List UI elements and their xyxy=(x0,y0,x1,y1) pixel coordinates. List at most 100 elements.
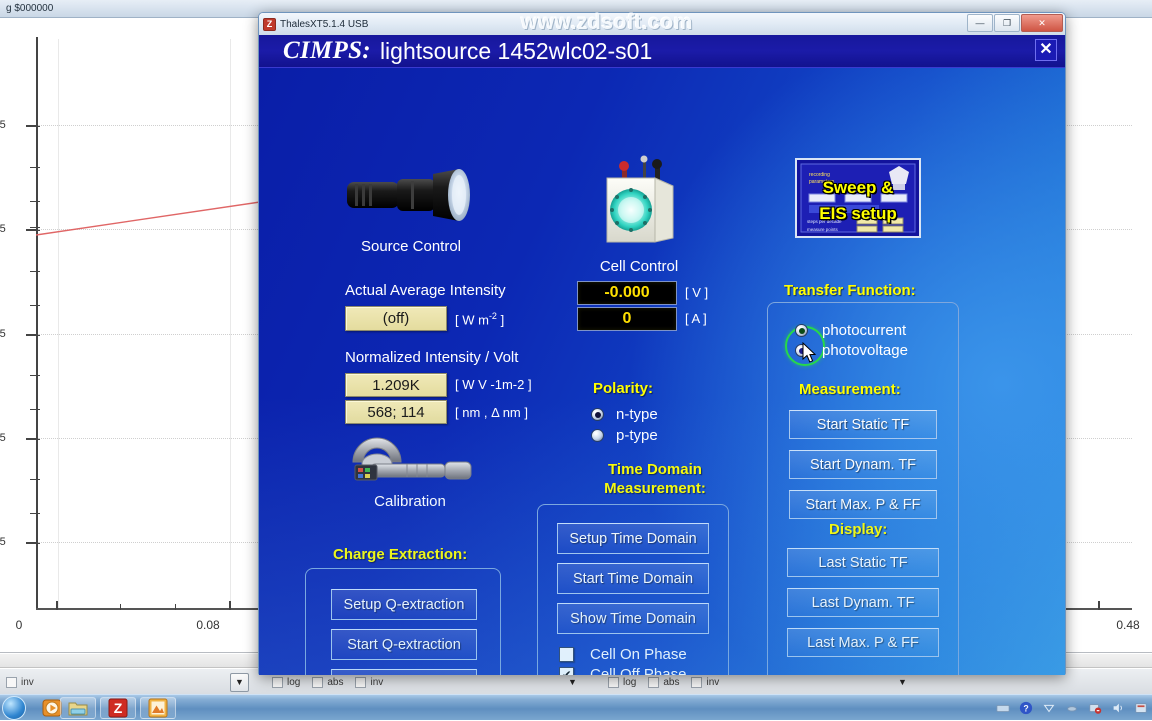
zdsoft-watermark: www.zdsoft.com xyxy=(521,11,693,35)
setup-time-domain-button[interactable]: Setup Time Domain xyxy=(557,523,709,554)
checkbox-inv-label: inv xyxy=(21,677,34,688)
checkbox-cell-off-phase[interactable]: ✔ xyxy=(559,667,574,675)
time-domain-title-line1: Time Domain xyxy=(580,461,730,478)
calibration-caption: Calibration xyxy=(335,493,485,510)
network-icon[interactable] xyxy=(1042,701,1056,715)
radio-photovoltage-label: photovoltage xyxy=(822,342,908,359)
transfer-function-title: Transfer Function: xyxy=(784,282,916,299)
cell-voltage-unit: [ V ] xyxy=(685,285,708,300)
radio-n-type[interactable] xyxy=(591,408,604,421)
minimize-button[interactable]: — xyxy=(967,14,993,32)
start-static-tf-button[interactable]: Start Static TF xyxy=(789,410,937,439)
radio-n-type-label: n-type xyxy=(616,406,658,423)
unit-prefix: [ W m xyxy=(455,312,489,327)
calibration-sensor-icon[interactable] xyxy=(345,428,475,490)
chevron-down-icon[interactable]: ▼ xyxy=(568,677,577,687)
normalized-intensity-value[interactable]: 1.209K xyxy=(345,373,447,397)
tf-option-photocurrent[interactable]: photocurrent xyxy=(795,322,906,339)
toolbar-segment-left[interactable]: inv xyxy=(6,669,46,695)
x-tick-label: 0 xyxy=(16,618,23,632)
checkbox-cell-on-phase[interactable] xyxy=(559,647,574,662)
radio-photocurrent-label: photocurrent xyxy=(822,322,906,339)
last-max-p-ff-button[interactable]: Last Max. P & FF xyxy=(787,628,939,657)
start-button-icon[interactable] xyxy=(2,696,26,720)
action-center-icon[interactable] xyxy=(1134,701,1148,715)
file-explorer-icon[interactable] xyxy=(60,697,96,719)
setup-q-extraction-button[interactable]: Setup Q-extraction xyxy=(331,589,477,620)
start-max-p-ff-button[interactable]: Start Max. P & FF xyxy=(789,490,937,519)
checkbox-inv[interactable] xyxy=(6,677,17,688)
time-domain-title-line2: Measurement: xyxy=(580,480,730,497)
radio-p-type[interactable] xyxy=(591,429,604,442)
checkbox-inv-label: inv xyxy=(706,677,719,688)
checkbox-inv-label: inv xyxy=(370,677,383,688)
close-button[interactable]: ✕ xyxy=(1021,14,1063,32)
electrochemical-cell-icon[interactable] xyxy=(589,150,685,254)
windows-taskbar[interactable]: Z ? xyxy=(0,694,1152,720)
system-tray[interactable]: ? xyxy=(996,695,1148,721)
safe-removal-icon[interactable] xyxy=(1088,701,1102,715)
wavelength-unit: [ nm , Δ nm ] xyxy=(455,405,528,420)
cell-voltage-readout: -0.000 xyxy=(577,281,677,305)
svg-text:measure points: measure points xyxy=(807,227,839,232)
svg-text:?: ? xyxy=(1023,704,1028,714)
checkbox-log[interactable] xyxy=(272,677,283,688)
dialog-close-button[interactable]: ✕ xyxy=(1035,39,1057,61)
checkbox-cell-off-phase-label: Cell Off Phase xyxy=(590,666,686,675)
checkbox-inv[interactable] xyxy=(691,677,702,688)
radio-photovoltage[interactable] xyxy=(795,344,808,357)
maximize-button[interactable]: ❐ xyxy=(994,14,1020,32)
flashlight-icon[interactable] xyxy=(341,160,481,232)
chevron-down-icon[interactable]: ▼ xyxy=(898,677,907,687)
unit-suffix: ] xyxy=(497,312,504,327)
sweep-eis-label-line1: Sweep & xyxy=(797,178,919,198)
start-time-domain-button[interactable]: Start Time Domain xyxy=(557,563,709,594)
polarity-option-p-type[interactable]: p-type xyxy=(591,427,658,444)
last-static-tf-button[interactable]: Last Static TF xyxy=(787,548,939,577)
checkbox-inv[interactable] xyxy=(355,677,366,688)
radio-photocurrent[interactable] xyxy=(795,324,808,337)
checkbox-abs[interactable] xyxy=(648,677,659,688)
checkbox-log-label: log xyxy=(623,677,636,688)
cell-current-unit: [ A ] xyxy=(685,311,707,326)
start-q-extraction-button[interactable]: Start Q-extraction xyxy=(331,629,477,660)
wavelength-value[interactable]: 568; 114 xyxy=(345,400,447,424)
source-control-caption: Source Control xyxy=(321,238,501,255)
actual-intensity-value[interactable]: (off) xyxy=(345,306,447,331)
tf-option-photovoltage[interactable]: photovoltage xyxy=(795,342,908,359)
checkbox-row-cell-on-phase[interactable]: Cell On Phase xyxy=(559,646,687,663)
window-titlebar[interactable]: Z ThalesXT5.1.4 USB www.zdsoft.com — ❐ ✕ xyxy=(259,13,1065,35)
actual-intensity-unit: [ W m-2 ] xyxy=(455,311,504,327)
show-time-domain-button[interactable]: Show Time Domain xyxy=(557,603,709,634)
checkbox-row-cell-off-phase[interactable]: ✔ Cell Off Phase xyxy=(559,666,686,675)
checkbox-log[interactable] xyxy=(608,677,619,688)
window-title: ThalesXT5.1.4 USB xyxy=(280,19,368,30)
polarity-option-n-type[interactable]: n-type xyxy=(591,406,658,423)
volume-icon[interactable] xyxy=(1111,701,1125,715)
normalized-intensity-unit: [ W V -1m-2 ] xyxy=(455,377,532,392)
chevron-down-icon[interactable]: ▼ xyxy=(230,673,249,692)
toolbar-dropdown-left[interactable]: ▼ xyxy=(230,669,249,695)
y-tick-label: -5 xyxy=(0,223,6,235)
cimps-window[interactable]: Z ThalesXT5.1.4 USB www.zdsoft.com — ❐ ✕… xyxy=(258,12,1066,675)
y-tick-label: -5 xyxy=(0,119,6,131)
window-controls[interactable]: — ❐ ✕ xyxy=(967,14,1063,32)
start-dynam-tf-button[interactable]: Start Dynam. TF xyxy=(789,450,937,479)
checkbox-cell-on-phase-label: Cell On Phase xyxy=(590,646,687,663)
y-tick-label: -5 xyxy=(0,432,6,444)
last-dynam-tf-button[interactable]: Last Dynam. TF xyxy=(787,588,939,617)
last-q-extraction-button[interactable]: Last Q-extraction xyxy=(331,669,477,675)
checkbox-log-label: log xyxy=(287,677,300,688)
cimps-header: CIMPS: lightsource 1452wlc02-s01 ✕ xyxy=(259,35,1065,68)
flag-icon[interactable] xyxy=(1065,701,1079,715)
checkbox-abs[interactable] xyxy=(312,677,323,688)
checkbox-abs-label: abs xyxy=(663,677,679,688)
help-icon[interactable]: ? xyxy=(1019,701,1033,715)
tray-overflow-icon[interactable] xyxy=(996,701,1010,715)
charge-extraction-title: Charge Extraction: xyxy=(333,546,467,563)
cimps-body: Source Control xyxy=(259,68,1065,675)
image-viewer-icon[interactable] xyxy=(140,697,176,719)
x-tick-label: 0.48 xyxy=(1116,618,1139,632)
sweep-eis-thumbnail-icon[interactable]: recording parameters steps per decade xyxy=(795,158,921,238)
thales-taskbar-icon[interactable]: Z xyxy=(100,697,136,719)
